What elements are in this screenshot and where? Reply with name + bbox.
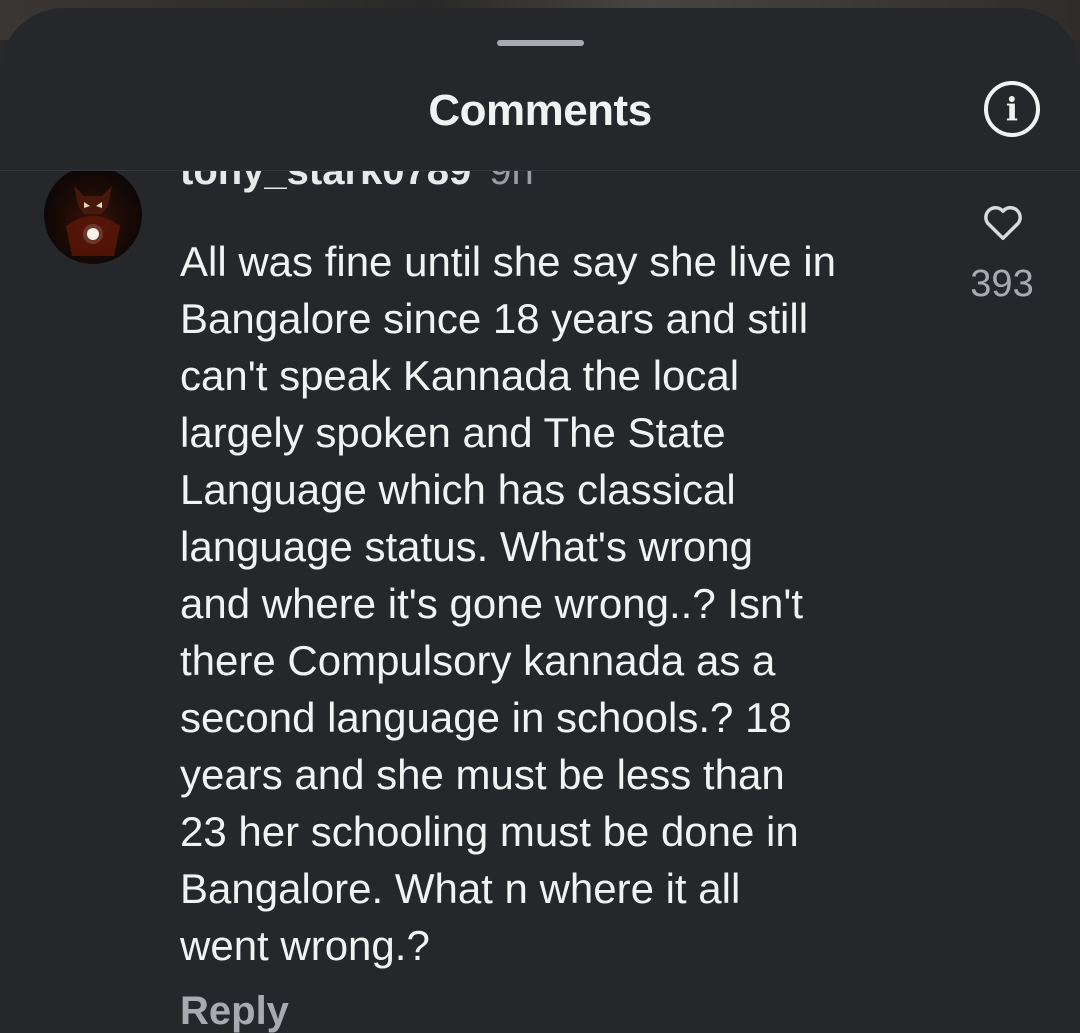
- reply-button[interactable]: Reply: [180, 989, 289, 1033]
- heart-outline-icon[interactable]: [980, 199, 1026, 245]
- like-count: 393: [970, 263, 1034, 305]
- drag-handle[interactable]: [497, 40, 584, 46]
- comment-list[interactable]: tony_stark0789 9h All was fine until she …: [0, 171, 1080, 1033]
- info-glyph: i: [1005, 90, 1019, 128]
- username[interactable]: tony_stark0789: [180, 171, 471, 193]
- avatar[interactable]: [44, 171, 142, 264]
- ironman-avatar-icon: [66, 186, 120, 256]
- comment-text: All was fine until she say she live in B…: [180, 238, 836, 969]
- info-icon[interactable]: i: [984, 81, 1040, 137]
- page-title: Comments: [428, 86, 652, 135]
- comments-sheet: Comments i tony_stark0789 9h All was fine…: [0, 8, 1080, 1033]
- comment-time: 9h: [489, 171, 534, 193]
- comment-header: tony_stark0789 9h: [180, 171, 534, 194]
